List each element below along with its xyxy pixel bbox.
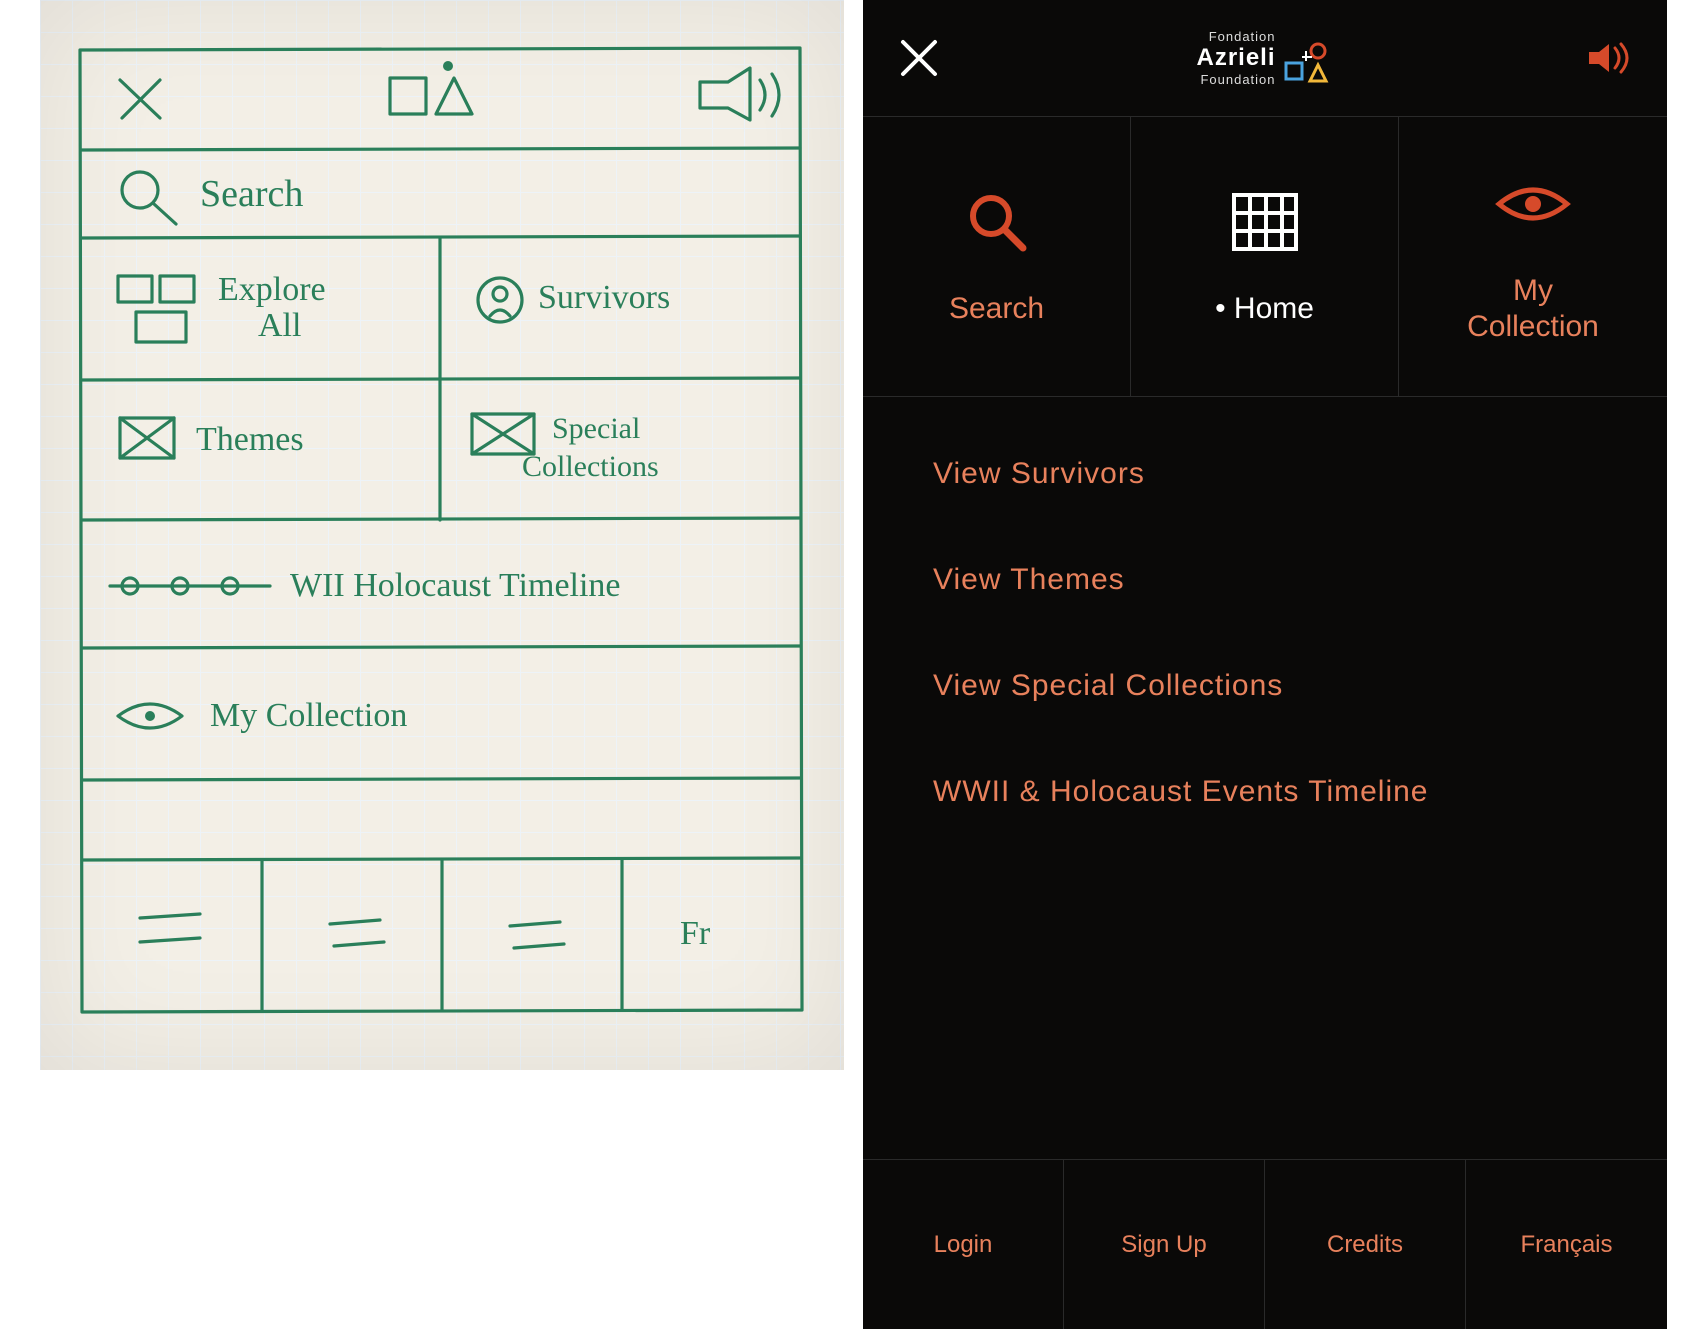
paper-sketch: Search Explore All Survivors [40,0,844,1070]
app-menu-screen: Fondation Azrieli Foundation [863,0,1667,1329]
app-footer: Login Sign Up Credits Français [863,1159,1667,1329]
logo-icon [390,61,472,114]
sketch-tile-themes: Themes [196,421,304,458]
sketch-tile-explore-1: Explore [218,271,326,308]
sketch-tile-survivors: Survivors [538,279,670,316]
menu-list: View Survivors View Themes View Special … [863,396,1667,1156]
timeline-icon [110,578,270,594]
sketch-collection-label: My Collection [210,697,407,734]
person-icon [478,278,522,322]
footer-signup[interactable]: Sign Up [1064,1160,1265,1329]
azrieli-logo: Fondation Azrieli Foundation [1196,29,1329,87]
sketch-search-label: Search [200,173,303,215]
primary-tiles: Search Home My Collect [863,116,1667,396]
grid-icon [118,276,194,342]
sketch-timeline-label: WII Holocaust Timeline [290,567,621,604]
close-icon [120,80,160,118]
tile-collection-label: My Collection [1467,273,1599,345]
eye-icon [1495,180,1571,228]
tile-search[interactable]: Search [863,117,1131,396]
app-header: Fondation Azrieli Foundation [863,0,1667,116]
image-icon-2 [472,414,534,454]
menu-timeline[interactable]: WWII & Holocaust Events Timeline [933,775,1597,809]
sound-icon[interactable] [1587,40,1631,76]
search-icon [122,172,176,224]
footer-francais[interactable]: Français [1466,1160,1667,1329]
logo-shapes-icon [1284,41,1330,87]
eye-icon [118,704,182,728]
menu-view-special[interactable]: View Special Collections [933,669,1597,703]
image-icon [120,418,174,458]
sketch-footer-fr: Fr [680,915,711,952]
logo-bottom: Foundation [1196,72,1275,87]
tile-search-label: Search [949,291,1044,327]
tile-my-collection[interactable]: My Collection [1399,117,1667,396]
footer-credits[interactable]: Credits [1265,1160,1466,1329]
menu-view-themes[interactable]: View Themes [933,563,1597,597]
close-icon[interactable] [899,38,939,78]
sound-icon [700,68,779,120]
logo-name: Azrieli [1196,44,1275,71]
tile-home[interactable]: Home [1131,117,1399,396]
tile-home-label: Home [1215,291,1314,327]
sketch-tile-special-1: Special [552,412,640,445]
grid-icon [1232,193,1298,251]
sketch-tile-special-2: Collections [522,450,659,483]
footer-login[interactable]: Login [863,1160,1064,1329]
sketch-tile-explore-2: All [258,307,301,344]
menu-view-survivors[interactable]: View Survivors [933,457,1597,491]
logo-top: Fondation [1196,29,1275,44]
search-icon [965,190,1029,254]
